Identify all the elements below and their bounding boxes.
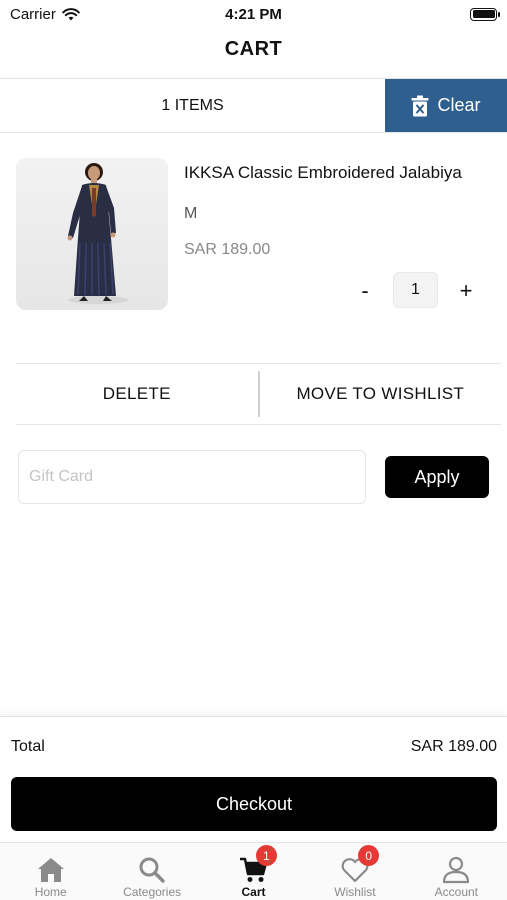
- tab-account[interactable]: Account: [406, 843, 507, 900]
- person-icon: [443, 856, 470, 884]
- clear-button[interactable]: Clear: [385, 79, 507, 132]
- tab-categories[interactable]: Categories: [101, 843, 202, 900]
- status-left: Carrier: [10, 6, 80, 23]
- gift-card-input[interactable]: [18, 450, 366, 504]
- order-summary: Total SAR 189.00 Checkout: [0, 716, 507, 840]
- quantity-increase-button[interactable]: +: [455, 278, 477, 304]
- tab-categories-label: Categories: [123, 885, 182, 899]
- carrier-label: Carrier: [10, 5, 56, 23]
- product-name[interactable]: IKKSA Classic Embroidered Jalabiya: [184, 163, 462, 183]
- page-title: CART: [224, 38, 283, 60]
- tab-cart-label: Cart: [241, 885, 266, 899]
- status-bar: Carrier 4:21 PM: [0, 0, 507, 28]
- move-to-wishlist-button[interactable]: MOVE TO WISHLIST: [260, 384, 502, 404]
- tab-cart[interactable]: Cart 1: [203, 843, 304, 900]
- battery-icon: [470, 7, 500, 21]
- wifi-icon: [62, 7, 80, 20]
- tab-home-label: Home: [34, 885, 67, 899]
- tab-account-label: Account: [434, 885, 478, 899]
- product-size: M: [184, 205, 198, 222]
- quantity-value: 1: [393, 272, 438, 308]
- product-price: SAR 189.00: [184, 241, 271, 258]
- clear-label: Clear: [437, 95, 481, 115]
- total-label: Total: [11, 738, 45, 755]
- cart-header: 1 ITEMS Clear: [0, 79, 507, 133]
- tab-bar: Home Categories Cart 1 Wishlist 0 Accoun…: [0, 842, 507, 900]
- quantity-decrease-button[interactable]: -: [354, 278, 376, 304]
- total-value: SAR 189.00: [410, 738, 497, 755]
- product-image[interactable]: [16, 158, 168, 310]
- tab-wishlist-label: Wishlist: [334, 885, 376, 899]
- cart-badge: 1: [255, 845, 277, 866]
- product-photo-icon: [67, 163, 128, 304]
- tab-wishlist[interactable]: Wishlist 0: [304, 843, 405, 900]
- trash-icon: [411, 95, 429, 116]
- checkout-button[interactable]: Checkout: [11, 777, 497, 831]
- apply-button[interactable]: Apply: [385, 456, 489, 498]
- item-actions: DELETE MOVE TO WISHLIST: [16, 363, 501, 425]
- tab-home[interactable]: Home: [0, 843, 101, 900]
- wishlist-badge: 0: [358, 845, 380, 866]
- delete-button[interactable]: DELETE: [16, 384, 258, 404]
- search-icon: [139, 857, 165, 883]
- home-icon: [37, 858, 64, 882]
- items-count: 1 ITEMS: [161, 96, 224, 114]
